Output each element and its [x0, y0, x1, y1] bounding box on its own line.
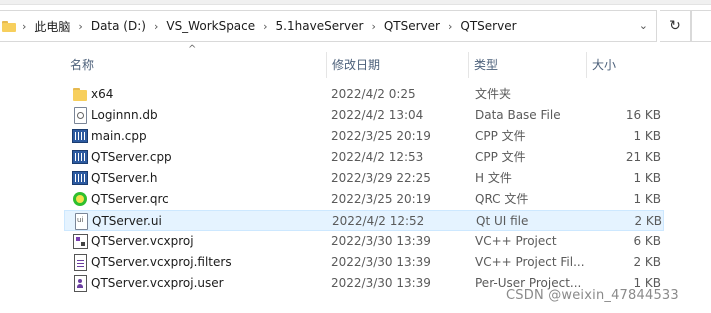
file-type: VC++ Project Fil...	[475, 255, 585, 269]
file-size: 21 KB	[625, 150, 661, 164]
address-bar[interactable]: › 此电脑 › Data (D:) › VS_WorkSpace › 5.1ha…	[0, 10, 657, 42]
column-header-row: 名称 修改日期 类型 大小	[64, 52, 664, 78]
file-date: 2022/4/2 12:53	[331, 150, 424, 164]
file-type: CPP 文件	[475, 129, 526, 143]
file-row[interactable]: Loginnn.db 2022/4/2 13:04 Data Base File…	[64, 105, 664, 126]
file-date: 2022/4/2 12:52	[332, 214, 425, 228]
filters-file-icon	[72, 254, 88, 271]
file-date: 2022/4/2 0:25	[331, 87, 416, 101]
breadcrumb-haveserver[interactable]: 5.1haveServer	[270, 19, 370, 33]
file-date: 2022/3/25 20:19	[331, 192, 431, 206]
file-name: QTServer.vcxproj	[91, 234, 194, 248]
file-name: QTServer.ui	[92, 214, 162, 228]
file-row[interactable]: x64 2022/4/2 0:25 文件夹	[64, 84, 664, 105]
file-date: 2022/3/30 13:39	[331, 276, 431, 290]
chevron-right-icon[interactable]: ›	[20, 20, 28, 33]
chevron-right-icon[interactable]: ›	[261, 20, 269, 33]
file-list: x64 2022/4/2 0:25 文件夹 Loginnn.db 2022/4/…	[64, 84, 664, 294]
column-header-type[interactable]: 类型	[468, 52, 586, 78]
chevron-right-icon[interactable]: ›	[152, 20, 160, 33]
breadcrumb-vs-workspace[interactable]: VS_WorkSpace	[160, 19, 261, 33]
file-size	[584, 84, 661, 105]
refresh-icon: ↻	[669, 18, 681, 34]
folder-icon	[2, 20, 16, 32]
file-row[interactable]: main.cpp 2022/3/25 20:19 CPP 文件 1 KB	[64, 126, 664, 147]
file-name: QTServer.qrc	[91, 192, 169, 206]
file-row[interactable]: QTServer.cpp 2022/4/2 12:53 CPP 文件 21 KB	[64, 147, 664, 168]
file-row-selected[interactable]: ui QTServer.ui 2022/4/2 12:52 Qt UI file…	[64, 210, 664, 231]
file-size: 1 KB	[633, 192, 661, 206]
cpp-file-icon	[72, 149, 88, 165]
file-name: main.cpp	[91, 129, 147, 143]
file-date: 2022/3/29 22:25	[331, 171, 431, 185]
chevron-right-icon[interactable]: ›	[76, 20, 84, 33]
qrc-file-icon	[72, 191, 88, 207]
folder-icon	[72, 86, 88, 102]
refresh-button[interactable]: ↻	[660, 10, 691, 42]
file-type: Qt UI file	[476, 214, 529, 228]
watermark-text: CSDN @weixin_47844533	[506, 288, 679, 303]
file-type: 文件夹	[475, 87, 512, 101]
file-row[interactable]: QTServer.qrc 2022/3/25 20:19 QRC 文件 1 KB	[64, 189, 664, 210]
file-name: QTServer.vcxproj.user	[91, 276, 224, 290]
breadcrumb-qtserver-current[interactable]: QTServer	[454, 19, 522, 33]
file-date: 2022/3/30 13:39	[331, 234, 431, 248]
file-type: Data Base File	[475, 108, 561, 122]
file-type: VC++ Project	[475, 234, 557, 248]
file-type: H 文件	[475, 171, 512, 185]
chevron-right-icon[interactable]: ›	[446, 20, 454, 33]
database-file-icon	[72, 107, 88, 124]
column-header-date[interactable]: 修改日期	[326, 52, 468, 78]
file-date: 2022/3/30 13:39	[331, 255, 431, 269]
chevron-right-icon[interactable]: ›	[369, 20, 377, 33]
search-input[interactable]	[691, 10, 711, 42]
file-row[interactable]: QTServer.vcxproj.filters 2022/3/30 13:39…	[64, 252, 664, 273]
header-file-icon	[72, 170, 88, 186]
file-name: QTServer.cpp	[91, 150, 172, 164]
file-size: 2 KB	[634, 214, 662, 228]
file-name: x64	[91, 87, 114, 101]
cpp-file-icon	[72, 128, 88, 144]
breadcrumb-this-pc[interactable]: 此电脑	[28, 18, 76, 35]
file-size: 1 KB	[633, 171, 661, 185]
file-size: 2 KB	[633, 255, 661, 269]
breadcrumb-qtserver[interactable]: QTServer	[378, 19, 446, 33]
file-size: 16 KB	[625, 108, 661, 122]
breadcrumb-data-drive[interactable]: Data (D:)	[85, 19, 152, 33]
file-name: QTServer.vcxproj.filters	[91, 255, 232, 269]
column-header-size[interactable]: 大小	[586, 52, 664, 78]
file-name: QTServer.h	[91, 171, 158, 185]
file-row[interactable]: QTServer.h 2022/3/29 22:25 H 文件 1 KB	[64, 168, 664, 189]
file-size: 6 KB	[633, 234, 661, 248]
file-date: 2022/3/25 20:19	[331, 129, 431, 143]
file-date: 2022/4/2 13:04	[331, 108, 424, 122]
user-file-icon	[72, 275, 88, 292]
window-top-strip	[0, 0, 711, 5]
file-size: 1 KB	[633, 129, 661, 143]
file-type: CPP 文件	[475, 150, 526, 164]
file-name: Loginnn.db	[91, 108, 158, 122]
ui-file-icon: ui	[73, 213, 89, 230]
chevron-down-icon[interactable]: ⌄	[639, 19, 648, 32]
vcxproj-file-icon	[72, 233, 88, 249]
file-row[interactable]: QTServer.vcxproj 2022/3/30 13:39 VC++ Pr…	[64, 231, 664, 252]
column-header-name[interactable]: 名称	[64, 52, 326, 78]
file-type: QRC 文件	[475, 192, 529, 206]
